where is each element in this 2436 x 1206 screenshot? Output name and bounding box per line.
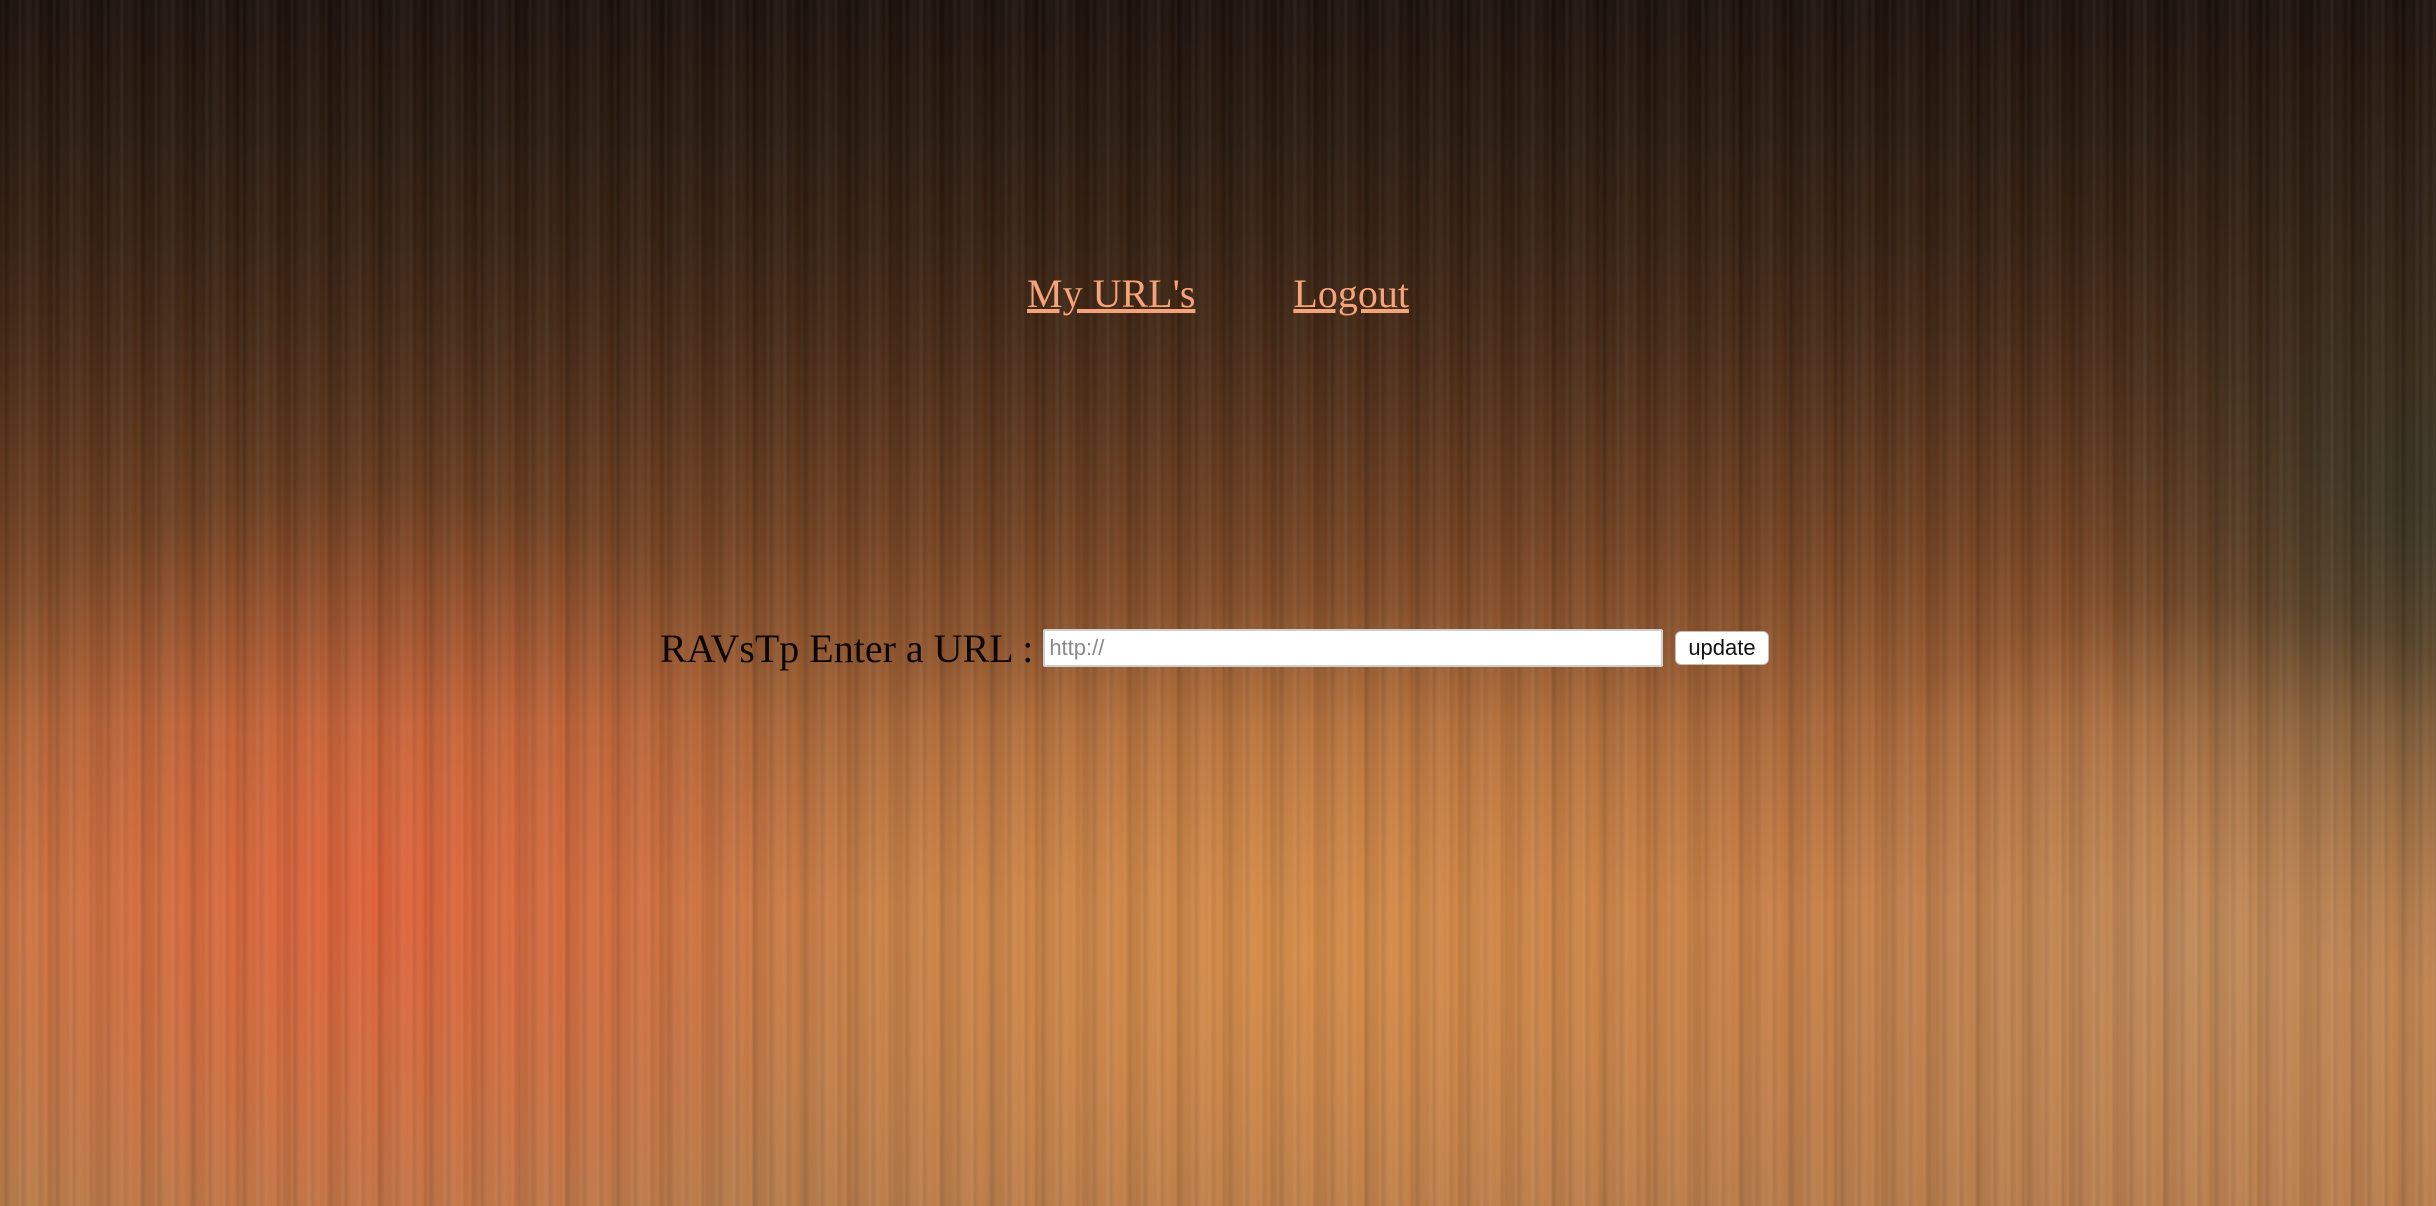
top-nav: My URL's Logout [0,270,2436,317]
url-entry-form: RAVsTp Enter a URL : update [660,620,1769,676]
my-urls-link[interactable]: My URL's [1027,270,1195,317]
page-background [0,0,2436,1206]
update-button[interactable]: update [1675,631,1769,665]
url-input[interactable] [1043,629,1664,667]
logout-link[interactable]: Logout [1293,270,1409,317]
url-form-label: RAVsTp Enter a URL : [660,625,1034,671]
